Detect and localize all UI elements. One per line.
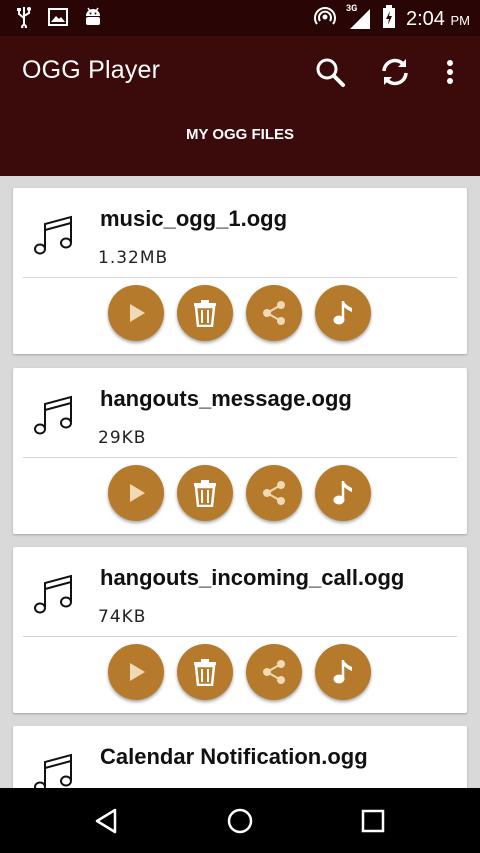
- file-card[interactable]: music_ogg_1.ogg 1.32MB: [13, 188, 467, 354]
- share-button[interactable]: [246, 285, 302, 341]
- more-vert-icon[interactable]: [430, 52, 470, 92]
- battery-icon: [382, 5, 396, 33]
- set-ringtone-button[interactable]: [315, 644, 371, 700]
- set-ringtone-icon: [333, 660, 352, 684]
- file-card[interactable]: Calendar Notification.ogg: [13, 726, 467, 788]
- delete-button[interactable]: [177, 465, 233, 521]
- play-icon: [130, 304, 145, 322]
- file-size: 29KB: [98, 428, 147, 448]
- divider: [23, 636, 457, 637]
- app-bar: OGG Player MY OGG FILES: [0, 36, 480, 176]
- delete-icon: [194, 480, 216, 507]
- image-icon: [48, 8, 68, 30]
- delete-icon: [194, 659, 216, 686]
- share-icon: [263, 301, 285, 325]
- refresh-icon[interactable]: [375, 52, 415, 92]
- recents-icon[interactable]: [357, 805, 389, 837]
- set-ringtone-icon: [333, 481, 352, 505]
- delete-button[interactable]: [177, 644, 233, 700]
- share-button[interactable]: [246, 644, 302, 700]
- android-icon: [82, 6, 104, 32]
- navigation-bar: [0, 788, 480, 853]
- file-name: hangouts_message.ogg: [100, 386, 352, 411]
- play-button[interactable]: [108, 644, 164, 700]
- divider: [23, 277, 457, 278]
- music-note-icon: [33, 573, 75, 617]
- back-icon[interactable]: [90, 805, 122, 837]
- play-button[interactable]: [108, 465, 164, 521]
- share-icon: [263, 481, 285, 505]
- signal-3g-icon: 3G: [346, 4, 372, 31]
- file-card[interactable]: hangouts_incoming_call.ogg 74KB: [13, 547, 467, 713]
- set-ringtone-button[interactable]: [315, 285, 371, 341]
- file-name: music_ogg_1.ogg: [100, 206, 288, 231]
- music-note-icon: [33, 214, 75, 258]
- play-icon: [130, 484, 145, 502]
- tab-my-ogg-files[interactable]: MY OGG FILES: [0, 126, 480, 143]
- usb-icon: [14, 6, 34, 32]
- hotspot-icon: [314, 6, 336, 32]
- play-icon: [130, 663, 145, 681]
- file-card[interactable]: hangouts_message.ogg 29KB: [13, 368, 467, 534]
- play-button[interactable]: [108, 285, 164, 341]
- file-size: 74KB: [98, 607, 147, 627]
- music-note-icon: [33, 752, 75, 788]
- file-name: hangouts_incoming_call.ogg: [100, 565, 405, 590]
- status-bar: 3G 2:04 PM: [0, 0, 480, 36]
- divider: [23, 457, 457, 458]
- home-icon[interactable]: [224, 805, 256, 837]
- delete-button[interactable]: [177, 285, 233, 341]
- share-icon: [263, 660, 285, 684]
- file-size: 1.32MB: [98, 248, 169, 268]
- music-note-icon: [33, 394, 75, 438]
- share-button[interactable]: [246, 465, 302, 521]
- search-icon[interactable]: [310, 52, 350, 92]
- clock: 2:04 PM: [406, 7, 470, 30]
- set-ringtone-button[interactable]: [315, 465, 371, 521]
- set-ringtone-icon: [333, 301, 352, 325]
- file-name: Calendar Notification.ogg: [100, 744, 368, 769]
- file-list: music_ogg_1.ogg 1.32MB hangouts_message.…: [0, 176, 480, 788]
- app-title: OGG Player: [22, 56, 161, 84]
- delete-icon: [194, 300, 216, 327]
